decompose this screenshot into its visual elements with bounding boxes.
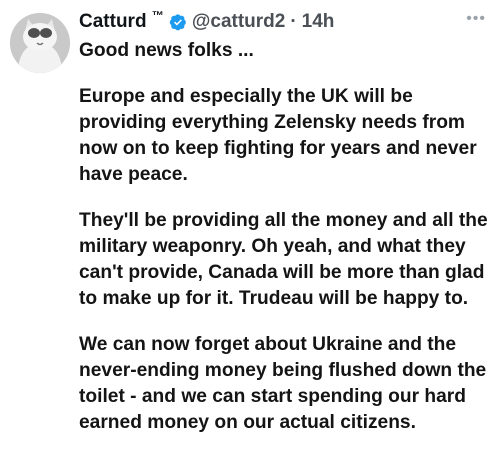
tweet-paragraph: We can now forget about Ukraine and the … [79, 334, 487, 433]
timestamp[interactable]: 14h [302, 10, 335, 34]
trademark-symbol: ™ [151, 8, 164, 23]
more-horizontal-icon[interactable]: ••• [466, 11, 486, 27]
tweet-header: Catturd ™ @catturd2 · 14h [79, 10, 472, 34]
verified-badge-icon [169, 14, 186, 31]
avatar[interactable] [10, 13, 70, 73]
display-name[interactable]: Catturd ™ [79, 10, 164, 34]
separator-dot: · [290, 11, 297, 32]
tweet-text: Good news folks ... Europe and especiall… [79, 38, 497, 456]
tweet-paragraph: They'll be providing all the money and a… [79, 210, 488, 309]
tweet-paragraph: Europe and especially the UK will be pro… [79, 86, 477, 185]
handle[interactable]: @catturd2 [192, 10, 286, 34]
cat-avatar-icon [10, 13, 70, 73]
tweet-paragraph: Good news folks ... [79, 40, 254, 61]
tweet[interactable]: Catturd ™ @catturd2 · 14h ••• Good news fo… [0, 0, 500, 434]
